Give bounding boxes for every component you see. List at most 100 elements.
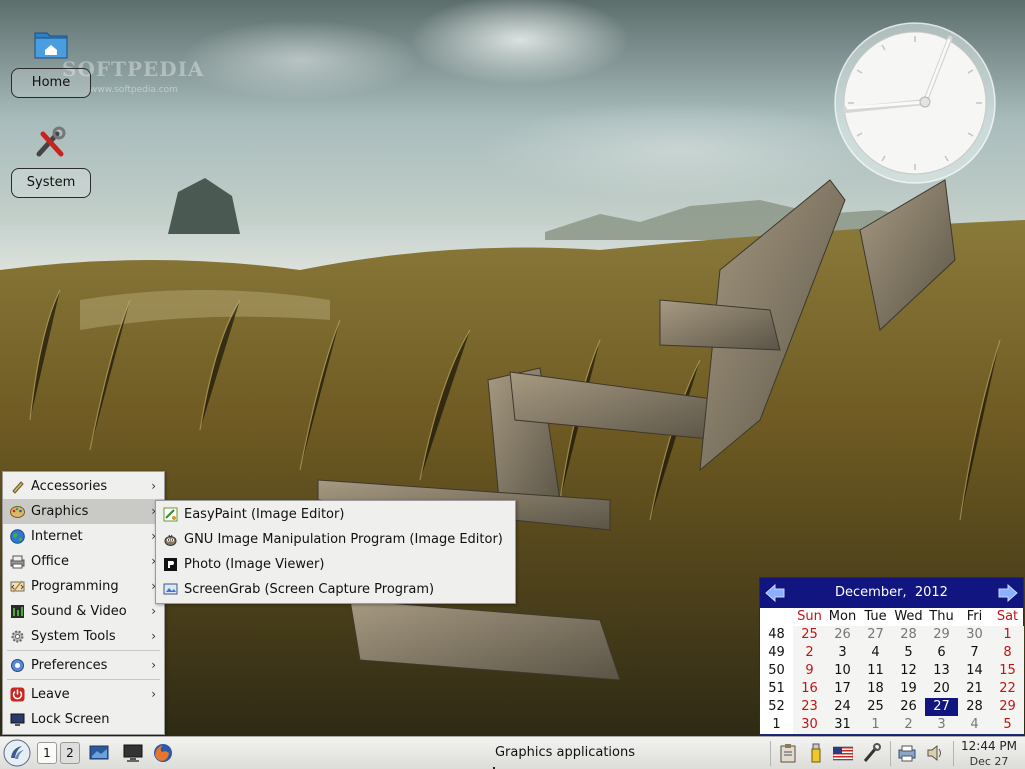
printer-icon[interactable] — [897, 743, 917, 763]
menu-separator — [7, 679, 160, 680]
calendar-day[interactable]: 13 — [925, 662, 958, 680]
submenu-item-label: ScreenGrab (Screen Capture Program) — [184, 582, 435, 597]
analog-clock-widget[interactable] — [834, 22, 996, 184]
calendar-day[interactable]: 15 — [991, 662, 1024, 680]
taskbar-time: 12:44 PM — [961, 739, 1017, 753]
next-month-arrow-icon[interactable] — [997, 584, 1019, 602]
usb-icon[interactable] — [806, 743, 826, 763]
calendar-day[interactable]: 28 — [892, 626, 925, 644]
menu-item-label: Graphics — [31, 504, 89, 519]
submenu-item-screengrab[interactable]: ScreenGrab (Screen Capture Program) — [156, 577, 515, 602]
clock-face — [834, 22, 996, 184]
submenu-item-label: GNU Image Manipulation Program (Image Ed… — [184, 532, 503, 547]
submenu-item-gimp[interactable]: GNU Image Manipulation Program (Image Ed… — [156, 527, 515, 552]
calendar-day[interactable]: 9 — [793, 662, 826, 680]
weekday-label: Fri — [966, 609, 983, 624]
calendar-day[interactable]: 18 — [859, 680, 892, 698]
programming-icon — [10, 580, 25, 593]
calendar-day[interactable]: 28 — [958, 698, 991, 716]
calendar-day[interactable]: 10 — [826, 662, 859, 680]
calendar-day[interactable]: 12 — [892, 662, 925, 680]
weekday-label: Sun — [797, 609, 822, 624]
calendar-day[interactable]: 11 — [859, 662, 892, 680]
calendar-day[interactable]: 29 — [925, 626, 958, 644]
clipboard-icon[interactable] — [778, 743, 798, 763]
desktop-switch-2[interactable]: 2 — [60, 742, 80, 764]
submenu-arrow-icon: › — [151, 687, 156, 701]
network-tool-icon[interactable] — [862, 743, 882, 763]
calendar-day[interactable]: 2 — [793, 644, 826, 662]
menu-item-accessories[interactable]: Accessories › — [3, 474, 164, 499]
calendar-day[interactable]: 16 — [793, 680, 826, 698]
calendar-day[interactable]: 17 — [826, 680, 859, 698]
week-number: 48 — [760, 626, 793, 644]
previous-month-arrow-icon[interactable] — [764, 584, 786, 602]
weekday-label: Sat — [996, 609, 1019, 624]
calendar-day[interactable]: 8 — [991, 644, 1024, 662]
calendar-day[interactable]: 6 — [925, 644, 958, 662]
menu-item-lock-screen[interactable]: Lock Screen — [3, 707, 164, 732]
calendar-day[interactable]: 26 — [892, 698, 925, 716]
calendar-day[interactable]: 21 — [958, 680, 991, 698]
desktop-switch-1[interactable]: 1 — [37, 742, 57, 764]
keyboard-layout-flag-icon[interactable] — [833, 743, 853, 763]
calendar-day[interactable]: 14 — [958, 662, 991, 680]
start-menu-button[interactable] — [3, 739, 31, 767]
calendar-day[interactable]: 25 — [859, 698, 892, 716]
calendar-day[interactable]: 2 — [892, 716, 925, 734]
show-desktop-icon[interactable] — [89, 743, 109, 763]
weekday-label: Tue — [864, 609, 887, 624]
calendar-day[interactable]: 30 — [958, 626, 991, 644]
week-number: 51 — [760, 680, 793, 698]
submenu-item-photo[interactable]: Photo (Image Viewer) — [156, 552, 515, 577]
menu-item-office[interactable]: Office › — [3, 549, 164, 574]
submenu-item-easypaint[interactable]: EasyPaint (Image Editor) — [156, 502, 515, 527]
calendar-day[interactable]: 19 — [892, 680, 925, 698]
calendar-day[interactable]: 3 — [925, 716, 958, 734]
calendar-day[interactable]: 7 — [958, 644, 991, 662]
week-number: 50 — [760, 662, 793, 680]
calendar-year[interactable]: 2012 — [915, 585, 948, 600]
calendar-day[interactable]: 20 — [925, 680, 958, 698]
menu-item-internet[interactable]: Internet › — [3, 524, 164, 549]
week-number: 1 — [760, 716, 793, 734]
calendar-day[interactable]: 29 — [991, 698, 1024, 716]
menu-item-leave[interactable]: Leave › — [3, 682, 164, 707]
calendar-day[interactable]: 1 — [859, 716, 892, 734]
calendar-day[interactable]: 24 — [826, 698, 859, 716]
tools-icon — [36, 126, 66, 157]
menu-item-graphics[interactable]: Graphics › — [3, 499, 164, 524]
calendar-day[interactable]: 23 — [793, 698, 826, 716]
menu-item-programming[interactable]: Programming › — [3, 574, 164, 599]
calendar-day[interactable]: 1 — [991, 626, 1024, 644]
calendar-day[interactable]: 31 — [826, 716, 859, 734]
taskbar-clock[interactable]: 12:44 PM Dec 27 — [956, 739, 1022, 769]
calendar-day[interactable]: 5 — [892, 644, 925, 662]
calendar-day[interactable]: 27 — [925, 698, 958, 716]
desktop-icon-home[interactable]: Home — [11, 24, 91, 98]
menu-item-system-tools[interactable]: System Tools › — [3, 624, 164, 649]
submenu-item-label: Photo (Image Viewer) — [184, 557, 325, 572]
weekday-label: Wed — [894, 609, 923, 624]
taskbar-date: Dec 27 — [969, 755, 1009, 768]
weekday-label: Thu — [929, 609, 954, 624]
terminal-monitor-icon[interactable] — [123, 743, 143, 763]
volume-icon[interactable] — [926, 743, 946, 763]
calendar-day[interactable]: 22 — [991, 680, 1024, 698]
system-tools-icon — [11, 630, 24, 643]
calendar-day[interactable]: 27 — [859, 626, 892, 644]
calendar-month[interactable]: December — [835, 585, 902, 600]
menu-item-preferences[interactable]: Preferences › — [3, 653, 164, 678]
calendar-day[interactable]: 4 — [958, 716, 991, 734]
calendar-day[interactable]: 5 — [991, 716, 1024, 734]
calendar-day[interactable]: 26 — [826, 626, 859, 644]
calendar-day[interactable]: 30 — [793, 716, 826, 734]
active-task-button[interactable]: Graphics applications — [493, 741, 637, 765]
calendar-day[interactable]: 4 — [859, 644, 892, 662]
desktop-icon-system[interactable]: System — [11, 124, 91, 198]
easypaint-icon — [163, 507, 178, 522]
calendar-day[interactable]: 3 — [826, 644, 859, 662]
menu-item-sound-video[interactable]: Sound & Video › — [3, 599, 164, 624]
firefox-icon[interactable] — [153, 743, 173, 763]
calendar-day[interactable]: 25 — [793, 626, 826, 644]
